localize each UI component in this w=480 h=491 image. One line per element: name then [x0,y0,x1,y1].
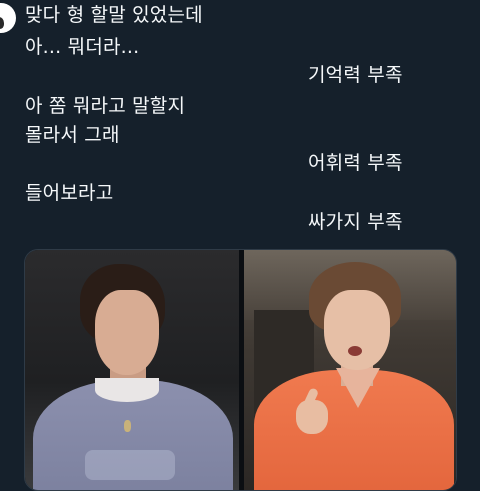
user-avatar[interactable] [0,3,16,33]
media-photo-left[interactable] [25,250,239,490]
photo-shape [85,450,175,480]
tweet-text-line: 맞다 형 할말 있었는데 [25,4,203,26]
tweet-text-line: 싸가지 부족 [308,211,403,233]
media-photo-right[interactable] [244,250,456,490]
tweet-text-line: 기억력 부족 [308,64,403,86]
photo-shape [324,290,390,370]
tweet-media[interactable] [24,249,457,491]
tweet-text-line: 들어보라고 [25,182,114,204]
tweet-text-line: 아 쫌 뭐라고 말할지 [25,95,186,117]
photo-shape [124,420,131,432]
tweet-text-line: 아... 뭐더라... [25,36,140,58]
photo-shape [336,368,380,408]
tweet-text-line: 몰라서 그래 [25,124,120,146]
photo-shape [296,400,328,434]
photo-shape [95,290,159,375]
avatar-image [0,17,4,29]
photo-shape [348,346,362,356]
tweet-text-line: 어휘력 부족 [308,152,403,174]
photo-shape [95,378,159,402]
